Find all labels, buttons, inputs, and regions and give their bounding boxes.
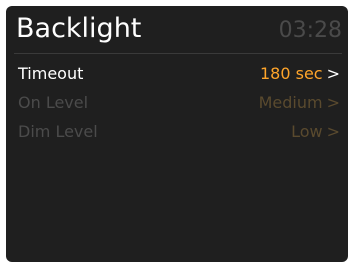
menu-item-label: Timeout — [18, 64, 84, 83]
menu-item-label: On Level — [18, 93, 89, 112]
menu-item-dim-level[interactable]: Dim Level Low > — [6, 120, 348, 143]
chevron-right-icon: > — [326, 64, 340, 83]
clock: 03:28 — [278, 18, 342, 43]
menu-item-on-level[interactable]: On Level Medium > — [6, 91, 348, 114]
menu-item-value-text: Low — [291, 122, 323, 141]
menu-item-value-text: 180 sec — [259, 64, 323, 83]
menu-item-value: 180 sec > — [260, 62, 340, 85]
menu-item-label: Dim Level — [18, 122, 98, 141]
header-divider — [14, 53, 342, 54]
header-bar: Backlight 03:28 — [6, 6, 348, 52]
device-screen: Backlight 03:28 Timeout 180 sec > On Leve… — [6, 6, 348, 262]
chevron-right-icon: > — [326, 122, 340, 141]
chevron-right-icon: > — [326, 93, 340, 112]
settings-menu: Timeout 180 sec > On Level Medium > Dim Le… — [6, 62, 348, 149]
menu-item-value-text: Medium — [258, 93, 323, 112]
page-title: Backlight — [16, 13, 142, 44]
menu-item-timeout[interactable]: Timeout 180 sec > — [6, 62, 348, 85]
menu-item-value: Medium > — [259, 91, 340, 114]
menu-item-value: Low > — [291, 120, 340, 143]
